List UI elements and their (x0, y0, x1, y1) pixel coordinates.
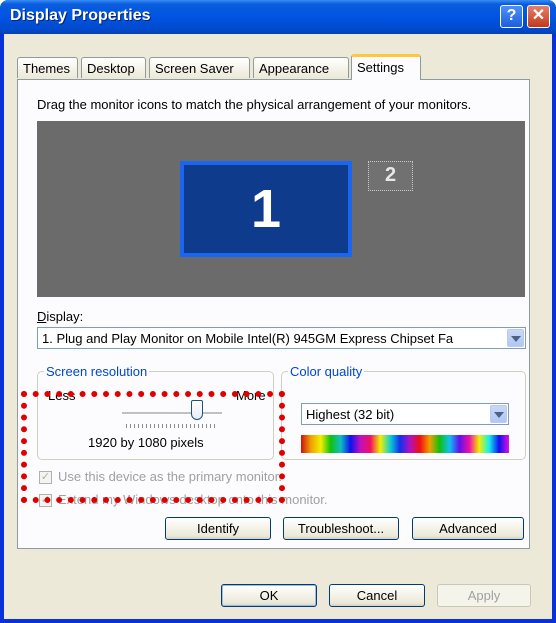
more-label: More (236, 388, 266, 403)
cancel-button[interactable]: Cancel (329, 584, 425, 607)
apply-button[interactable]: Apply (437, 584, 531, 607)
less-label: Less (48, 388, 76, 403)
slider-ticks (126, 424, 218, 428)
resolution-slider-thumb[interactable] (191, 400, 203, 420)
settings-panel: Drag the monitor icons to match the phys… (17, 79, 530, 549)
tab-screen-saver[interactable]: Screen Saver (149, 57, 250, 78)
screen-resolution-group: Screen resolution Less More 1920 by 1080… (37, 364, 274, 460)
window-title: Display Properties (10, 7, 151, 24)
monitor-2-icon[interactable]: 2 (368, 161, 413, 191)
dialog-client-area: Themes Desktop Screen Saver Appearance S… (4, 34, 552, 619)
chevron-down-icon[interactable] (490, 405, 507, 423)
primary-monitor-label: Use this device as the primary monitor. (58, 469, 282, 484)
color-quality-value: Highest (32 bit) (306, 407, 395, 422)
display-select-value: 1. Plug and Play Monitor on Mobile Intel… (42, 331, 454, 346)
tab-themes[interactable]: Themes (17, 57, 78, 78)
resolution-slider-track[interactable] (122, 412, 222, 415)
screen-resolution-legend: Screen resolution (44, 364, 150, 379)
identify-button[interactable]: Identify (165, 517, 271, 540)
close-button[interactable]: ✕ (527, 5, 550, 28)
chevron-down-icon[interactable] (507, 329, 524, 347)
color-quality-legend: Color quality (288, 364, 365, 379)
resolution-value: 1920 by 1080 pixels (88, 435, 204, 450)
advanced-button[interactable]: Advanced (412, 517, 524, 540)
display-properties-window: Display Properties ? ✕ Themes Desktop Sc… (0, 0, 556, 623)
color-palette-bar (301, 435, 509, 453)
tab-appearance[interactable]: Appearance (253, 57, 349, 78)
color-quality-select[interactable]: Highest (32 bit) (301, 403, 509, 425)
tab-settings[interactable]: Settings (351, 54, 421, 80)
tab-desktop[interactable]: Desktop (81, 57, 146, 78)
title-bar[interactable]: Display Properties ? ✕ (0, 0, 556, 34)
primary-monitor-checkbox[interactable]: ✓ (39, 471, 52, 484)
troubleshoot-button[interactable]: Troubleshoot... (283, 517, 399, 540)
extend-desktop-checkbox[interactable]: ✓ (39, 494, 52, 507)
monitor-arrangement-area: 1 2 (37, 121, 525, 297)
instruction-text: Drag the monitor icons to match the phys… (37, 97, 472, 112)
ok-button[interactable]: OK (221, 584, 317, 607)
display-label: Display: (37, 309, 84, 324)
extend-desktop-label: Extend my Windows desktop onto this moni… (58, 492, 328, 507)
help-button[interactable]: ? (500, 5, 523, 28)
display-select[interactable]: 1. Plug and Play Monitor on Mobile Intel… (37, 327, 526, 349)
monitor-1-icon[interactable]: 1 (180, 161, 352, 257)
